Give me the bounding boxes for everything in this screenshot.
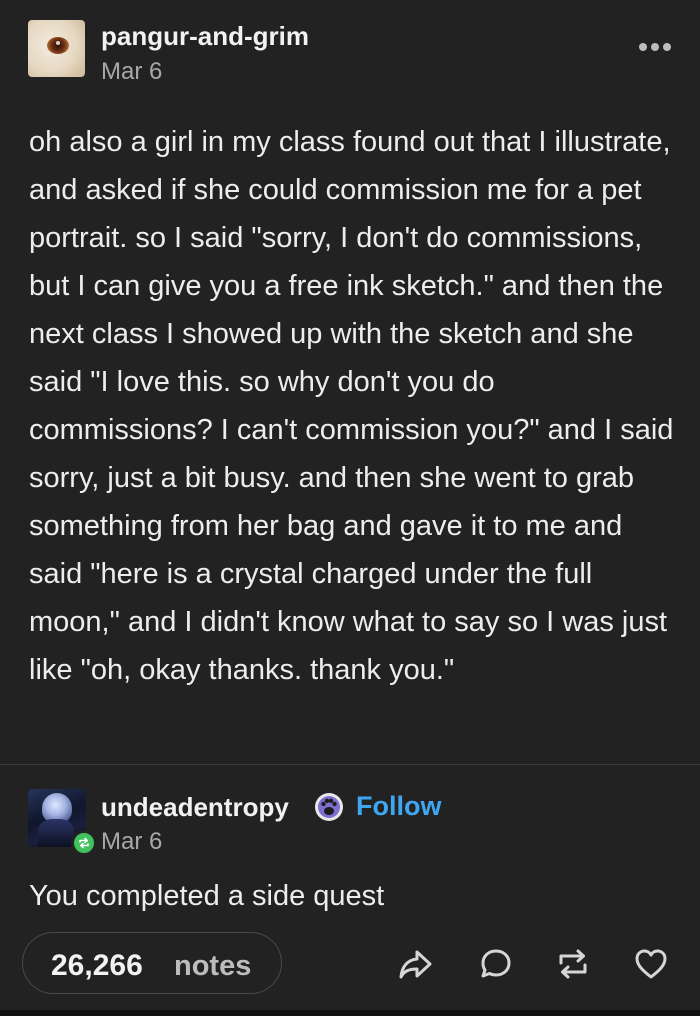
reblog-badge-icon [71, 830, 97, 856]
post-header: pangur-and-grim Mar 6 [0, 0, 700, 110]
reblog-text: You completed a side quest [29, 880, 385, 912]
avatar-figure-body [38, 819, 74, 847]
follow-button[interactable]: Follow [356, 791, 441, 822]
more-icon[interactable] [637, 40, 673, 54]
post-date[interactable]: Mar 6 [101, 58, 162, 86]
divider [0, 764, 700, 765]
reblog-icon[interactable] [555, 946, 591, 982]
avatar[interactable] [28, 20, 85, 77]
reply-icon[interactable] [478, 946, 514, 982]
notes-button[interactable]: 26,266 notes [22, 932, 282, 994]
notes-count: 26,266 [51, 949, 143, 982]
paw-badge-icon[interactable] [313, 791, 345, 823]
share-icon[interactable] [398, 946, 434, 982]
heart-icon[interactable] [633, 946, 669, 982]
post-username[interactable]: pangur-and-grim [101, 21, 309, 52]
reblogger-username[interactable]: undeadentropy [101, 792, 289, 823]
reblog-date[interactable]: Mar 6 [101, 828, 162, 856]
avatar-eye [47, 37, 69, 54]
post-body: oh also a girl in my class found out tha… [29, 126, 674, 686]
notes-label: notes [174, 950, 252, 982]
post-footer: 26,266 notes [0, 928, 700, 1008]
bottom-edge [0, 1010, 700, 1016]
